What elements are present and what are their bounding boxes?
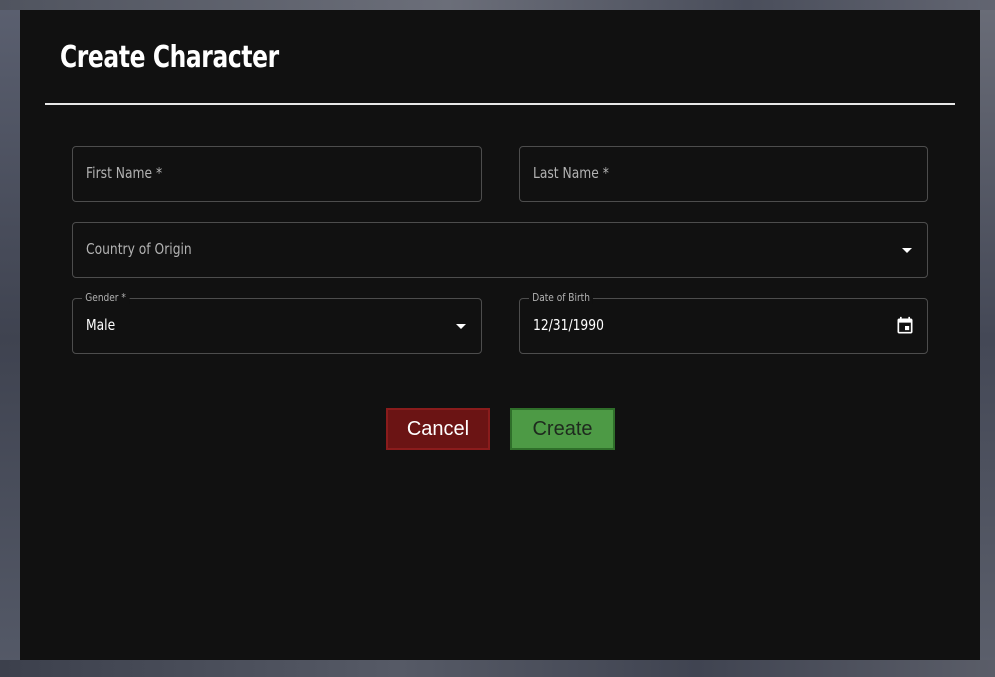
background-right <box>980 0 995 677</box>
calendar-icon[interactable] <box>895 316 915 336</box>
first-name-placeholder: First Name * <box>86 164 163 182</box>
dob-value: 12/31/1990 <box>533 316 604 334</box>
background-top <box>0 0 995 10</box>
create-button[interactable]: Create <box>510 408 615 450</box>
country-placeholder: Country of Origin <box>86 240 192 258</box>
dialog-title: Create Character <box>60 40 279 75</box>
caret-down-icon[interactable] <box>902 248 912 253</box>
background-bottom <box>0 660 995 677</box>
country-of-origin-select[interactable]: Country of Origin <box>72 222 928 278</box>
last-name-field[interactable]: Last Name * <box>519 146 928 202</box>
last-name-placeholder: Last Name * <box>533 164 609 182</box>
dob-label: Date of Birth <box>529 291 594 304</box>
gender-label: Gender * <box>82 291 130 304</box>
title-divider <box>45 103 955 105</box>
date-of-birth-field[interactable]: Date of Birth 12/31/1990 <box>519 291 928 354</box>
caret-down-icon[interactable] <box>456 324 466 329</box>
create-character-dialog: Create Character First Name * Last Name … <box>20 10 980 660</box>
gender-value: Male <box>86 316 116 334</box>
background-left <box>0 0 20 677</box>
cancel-button[interactable]: Cancel <box>386 408 490 450</box>
gender-select[interactable]: Gender * Male <box>72 291 482 354</box>
first-name-field[interactable]: First Name * <box>72 146 482 202</box>
